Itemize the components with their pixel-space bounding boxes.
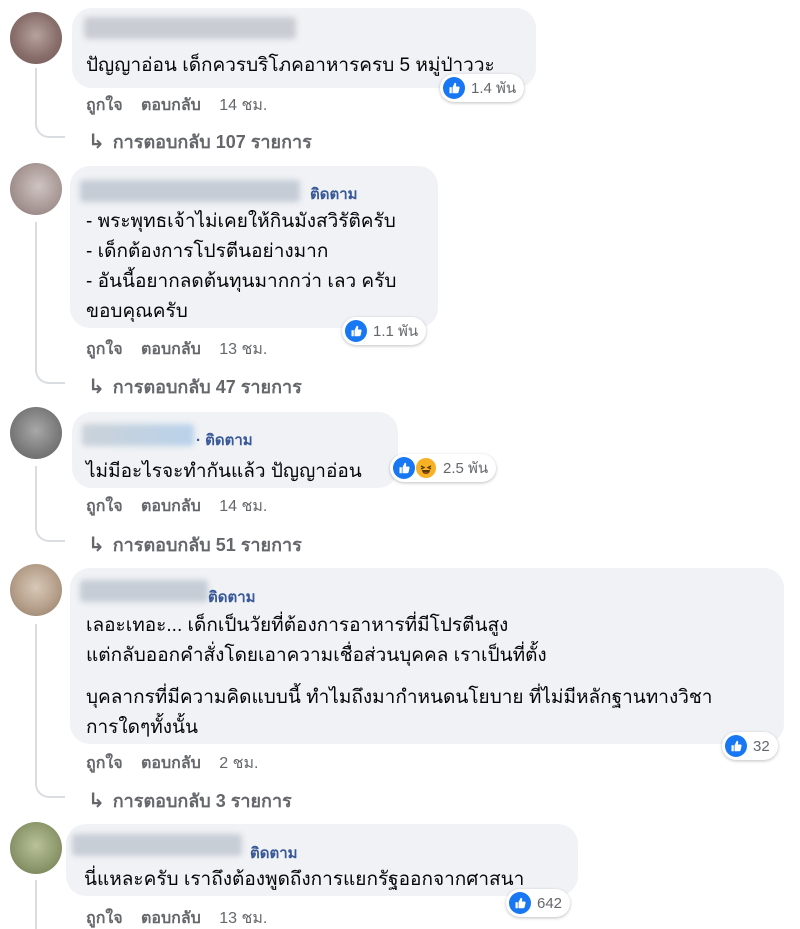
reaction-count[interactable]: 32 (722, 732, 778, 760)
reaction-count-label: 1.1 พัน (373, 323, 419, 340)
timestamp[interactable]: 14 ชม. (219, 93, 267, 118)
like-button[interactable]: ถูกใจ (86, 906, 123, 929)
view-replies[interactable]: ↳ การตอบกลับ 47 รายการ (88, 372, 302, 401)
reply-arrow-icon: ↳ (88, 131, 105, 153)
reply-button[interactable]: ตอบกลับ (141, 93, 201, 118)
comment-actions: ถูกใจ ตอบกลับ 13 ชม. (86, 337, 281, 362)
reply-button[interactable]: ตอบกลับ (141, 751, 201, 776)
view-replies-label: การตอบกลับ 51 รายการ (112, 535, 302, 555)
reply-button[interactable]: ตอบกลับ (141, 337, 201, 362)
avatar[interactable] (10, 564, 62, 616)
view-replies[interactable]: ↳ การตอบกลับ 107 รายการ (88, 127, 312, 156)
comment-actions: ถูกใจ ตอบกลับ 2 ชม. (86, 751, 272, 776)
view-replies-label: การตอบกลับ 3 รายการ (112, 791, 292, 811)
reply-button[interactable]: ตอบกลับ (141, 494, 201, 519)
reaction-count-label: 1.4 พัน (471, 80, 517, 97)
follow-button[interactable]: ติดตาม (250, 841, 298, 865)
comment-bubble: ติดตาม เลอะเทอะ... เด็กเป็นวัยที่ต้องการ… (70, 568, 784, 744)
author-name[interactable] (80, 180, 300, 202)
reaction-count[interactable]: 642 (506, 889, 571, 917)
comment-bubble: · ติดตาม ไม่มีอะไรจะทำกันแล้ว ปัญญาอ่อน (72, 412, 398, 488)
like-icon (725, 735, 747, 757)
author-name[interactable] (84, 17, 296, 39)
view-replies[interactable]: ↳ การตอบกลับ 51 รายการ (88, 530, 302, 559)
comment-text: - อันนี้อยากลดต้นทุนมากกว่า เลว ครับ (86, 271, 397, 292)
comment-text: บุคลากรที่มีความคิดแบบนี้ ทำไมถึงมากำหนด… (86, 687, 713, 708)
author-name[interactable] (82, 424, 194, 446)
like-icon (345, 320, 367, 342)
comment-actions: ถูกใจ ตอบกลับ 14 ชม. (86, 93, 281, 118)
follow-button[interactable]: ติดตาม (208, 585, 256, 609)
like-button[interactable]: ถูกใจ (86, 93, 123, 118)
like-button[interactable]: ถูกใจ (86, 494, 123, 519)
comment-text: เลอะเทอะ... เด็กเป็นวัยที่ต้องการอาหารที… (86, 615, 509, 636)
reaction-count-label: 2.5 พัน (443, 460, 489, 477)
view-replies-label: การตอบกลับ 47 รายการ (112, 377, 302, 397)
reply-arrow-icon: ↳ (88, 790, 105, 812)
author-name[interactable] (72, 834, 242, 856)
comment-text: ไม่มีอะไรจะทำกันแล้ว ปัญญาอ่อน (86, 461, 362, 482)
comment-text: - เด็กต้องการโปรตีนอย่างมาก (86, 241, 329, 262)
comment-bubble: ติดตาม นี่แหละครับ เราถึงต้องพูดถึงการแย… (66, 824, 578, 896)
view-replies[interactable]: ↳ การตอบกลับ 3 รายการ (88, 786, 292, 815)
comment-actions: ถูกใจ ตอบกลับ 13 ชม. (86, 906, 281, 929)
follow-button[interactable]: · ติดตาม (196, 428, 253, 452)
like-icon (393, 457, 415, 479)
reply-arrow-icon: ↳ (88, 376, 105, 398)
follow-button[interactable]: ติดตาม (310, 182, 358, 206)
timestamp[interactable]: 14 ชม. (219, 494, 267, 519)
comment-text: การใดๆทั้งนั้น (86, 717, 198, 738)
like-icon (443, 77, 465, 99)
reaction-count-label: 32 (753, 737, 770, 755)
like-icon (509, 892, 531, 914)
comment-text: นี่แหละครับ เราถึงต้องพูดถึงการแยกรัฐออก… (84, 869, 525, 890)
reaction-count[interactable]: 2.5 พัน (390, 454, 497, 482)
reaction-count[interactable]: 1.4 พัน (440, 74, 525, 102)
avatar[interactable] (10, 163, 62, 215)
avatar[interactable] (10, 407, 62, 459)
reaction-count[interactable]: 1.1 พัน (342, 317, 427, 345)
haha-icon (415, 457, 437, 479)
like-button[interactable]: ถูกใจ (86, 751, 123, 776)
view-replies-label: การตอบกลับ 107 รายการ (112, 132, 312, 152)
reply-button[interactable]: ตอบกลับ (141, 906, 201, 929)
timestamp[interactable]: 13 ชม. (219, 337, 267, 362)
timestamp[interactable]: 13 ชม. (219, 906, 267, 929)
author-name[interactable] (80, 580, 208, 602)
timestamp[interactable]: 2 ชม. (219, 751, 258, 776)
comment-text: ขอบคุณครับ (86, 301, 188, 322)
comment-actions: ถูกใจ ตอบกลับ 14 ชม. (86, 494, 281, 519)
avatar[interactable] (10, 822, 62, 874)
reaction-count-label: 642 (537, 894, 563, 912)
follow-label: · ติดตาม (196, 432, 253, 449)
avatar[interactable] (10, 12, 62, 64)
comment-text: ปัญญาอ่อน เด็กควรบริโภคอาหารครบ 5 หมู่ป่… (86, 55, 495, 76)
comment-bubble: ติดตาม - พระพุทธเจ้าไม่เคยให้กินมังสวิรั… (70, 166, 438, 328)
comment-text: แต่กลับออกคำสั่งโดยเอาความเชื่อส่วนบุคคล… (86, 645, 547, 666)
comment-text: - พระพุทธเจ้าไม่เคยให้กินมังสวิรัติครับ (86, 211, 396, 232)
reply-arrow-icon: ↳ (88, 534, 105, 556)
like-button[interactable]: ถูกใจ (86, 337, 123, 362)
